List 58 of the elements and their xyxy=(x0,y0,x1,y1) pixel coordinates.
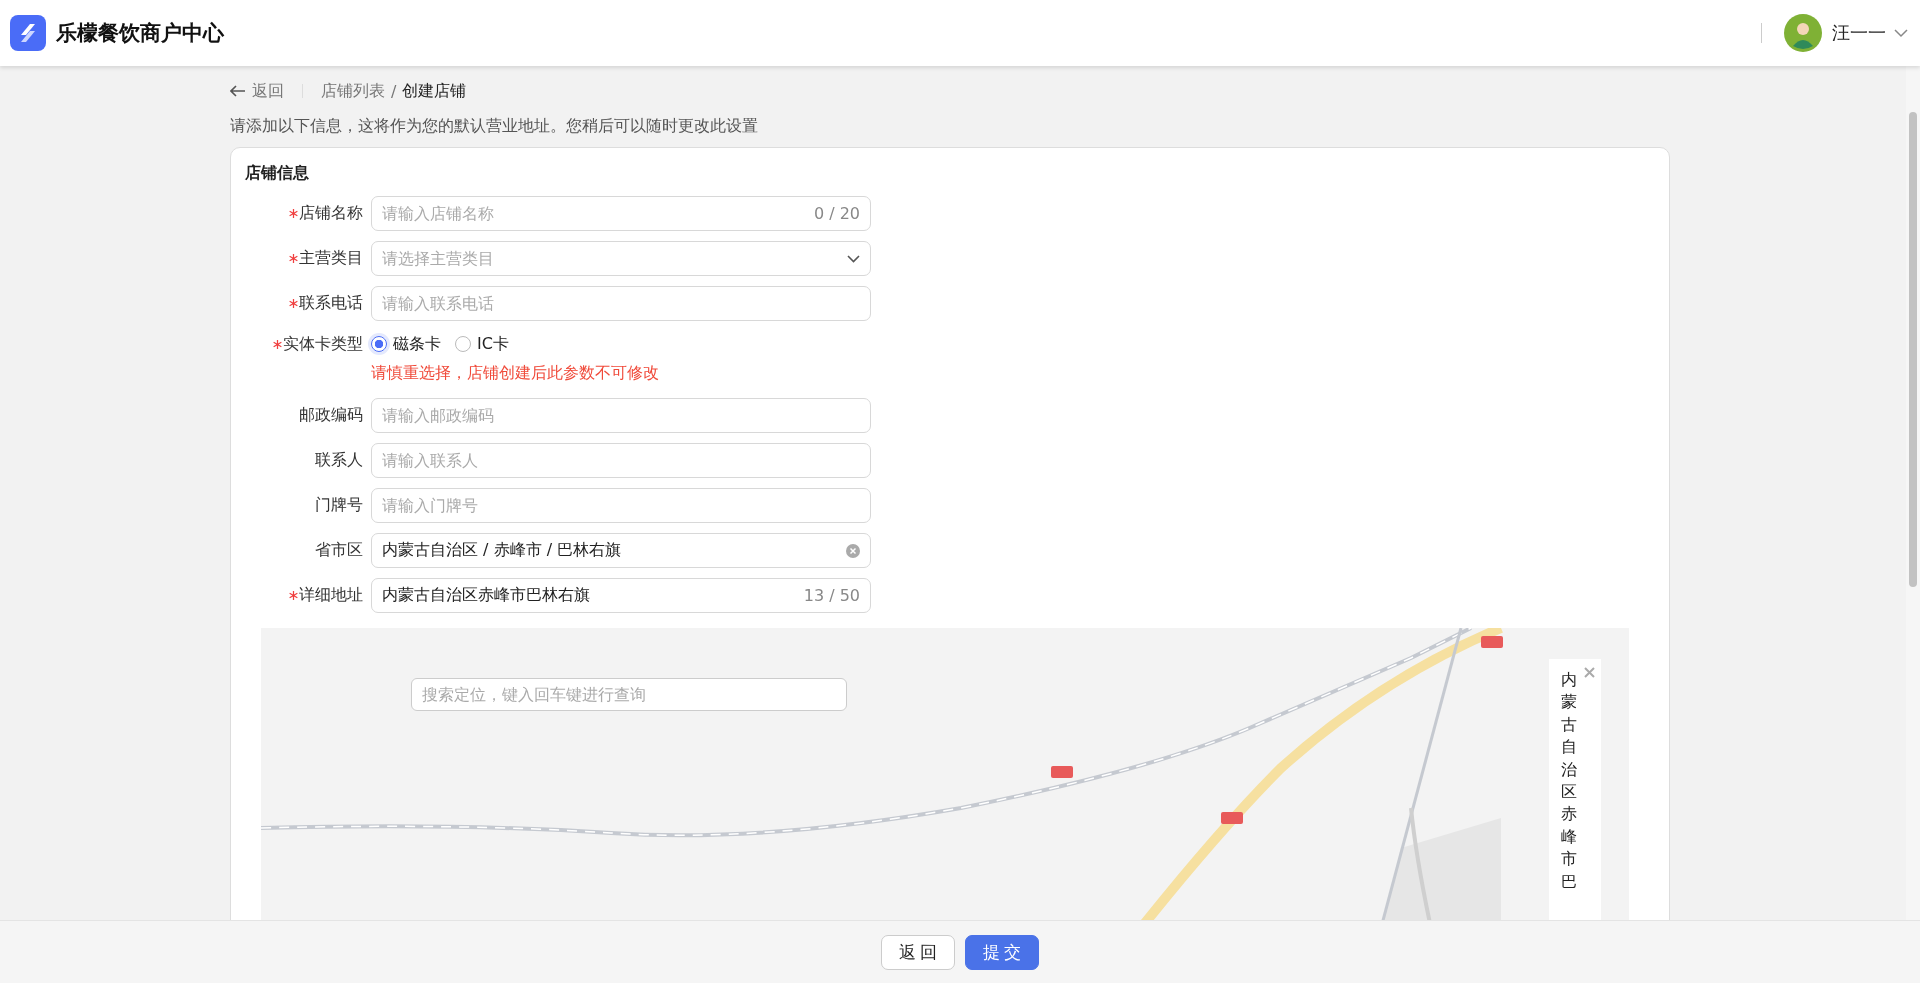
character-counter: 13 / 50 xyxy=(803,586,860,605)
required-icon xyxy=(273,339,282,349)
text-field[interactable]: 请输入联系人 xyxy=(371,443,871,478)
select-input[interactable]: 请选择主营类目 xyxy=(382,249,839,268)
user-name[interactable]: 汪一一 xyxy=(1832,21,1886,45)
map-search-field[interactable]: 搜索定位，键入回车键进行查询 xyxy=(411,678,847,711)
text-input[interactable]: 请输入联系人 xyxy=(382,451,860,470)
field-label: 联系电话 xyxy=(299,293,363,314)
required-icon xyxy=(289,591,298,600)
required-icon xyxy=(289,254,298,263)
radio-label[interactable]: 磁条卡 xyxy=(393,333,441,355)
search-input[interactable]: 搜索定位，键入回车键进行查询 xyxy=(422,685,836,704)
text-input[interactable]: 内蒙古自治区赤峰市巴林右旗 xyxy=(382,586,796,605)
breadcrumb-separator: / xyxy=(391,81,397,101)
radio-button[interactable] xyxy=(371,336,387,352)
field-label: 主营类目 xyxy=(299,248,363,269)
field-label: 店铺名称 xyxy=(299,203,363,224)
back-arrow-icon xyxy=(230,85,246,97)
text-input[interactable]: 请输入门牌号 xyxy=(382,496,860,515)
field-label: 门牌号 xyxy=(315,495,363,516)
scrollbar[interactable] xyxy=(1906,66,1920,920)
text-input[interactable]: 请输入店铺名称 xyxy=(382,204,806,223)
address-text: 内蒙古自治区赤峰市巴 xyxy=(1561,669,1577,893)
character-counter: 0 / 20 xyxy=(813,204,860,223)
close-icon[interactable] xyxy=(1584,667,1595,678)
field-label: 邮政编码 xyxy=(299,405,363,426)
required-icon xyxy=(289,209,298,218)
map[interactable]: 搜索定位，键入回车键进行查询 内蒙古自治区赤峰市巴 xyxy=(261,628,1629,920)
submit-button[interactable]: 提交 xyxy=(965,934,1039,970)
caret-icon[interactable] xyxy=(1894,28,1908,38)
radio-label[interactable]: IC卡 xyxy=(477,333,509,355)
text-field[interactable]: 内蒙古自治区赤峰市巴林右旗 13 / 50 xyxy=(371,578,871,613)
text-input[interactable]: 请输入联系电话 xyxy=(382,294,860,313)
logo-icon xyxy=(10,15,46,51)
clear-icon[interactable] xyxy=(846,543,860,558)
breadcrumb-item: 创建店铺 xyxy=(402,80,467,102)
back-button[interactable]: 返回 xyxy=(881,934,955,970)
text-field[interactable]: 请输入门牌号 xyxy=(371,488,871,523)
section-title: 店铺信息 xyxy=(245,163,309,184)
field-label: 详细地址 xyxy=(299,585,363,606)
app-title: 乐檬餐饮商户中心 xyxy=(56,20,224,47)
region-select-field[interactable]: 内蒙古自治区 / 赤峰市 / 巴林右旗 xyxy=(371,533,871,568)
required-icon xyxy=(289,299,298,308)
back-link[interactable]: 返回 xyxy=(230,80,284,102)
breadcrumb-item[interactable]: 店铺列表 xyxy=(321,80,385,102)
notice-text: 请添加以下信息，这将作为您的默认营业地址。您稍后可以随时更改此设置 xyxy=(230,116,759,137)
region-input[interactable]: 内蒙古自治区 / 赤峰市 / 巴林右旗 xyxy=(382,541,838,560)
text-input[interactable]: 请输入邮政编码 xyxy=(382,406,860,425)
text-field[interactable]: 请输入联系电话 xyxy=(371,286,871,321)
warning-text: 请慎重选择，店铺创建后此参数不可修改 xyxy=(371,363,660,384)
field-label: 联系人 xyxy=(315,450,363,471)
avatar-icon[interactable] xyxy=(1784,14,1822,52)
text-field[interactable]: 请输入店铺名称 0 / 20 xyxy=(371,196,871,231)
field-label: 省市区 xyxy=(315,540,363,561)
chevron-down-icon xyxy=(847,254,860,263)
field-label: 实体卡类型 xyxy=(283,333,363,355)
select-field[interactable]: 请选择主营类目 xyxy=(371,241,871,276)
text-field[interactable]: 请输入邮政编码 xyxy=(371,398,871,433)
